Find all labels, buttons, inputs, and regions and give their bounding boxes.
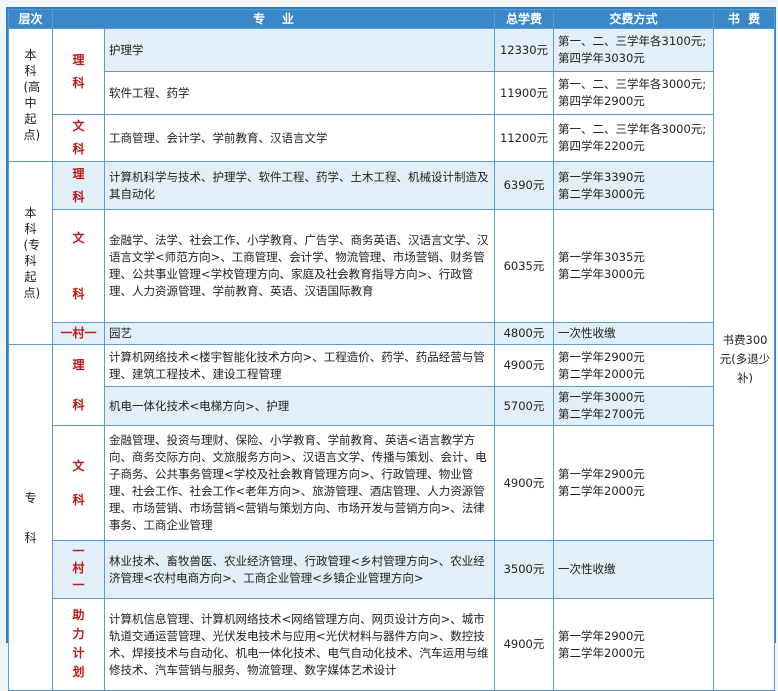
table-row: 本科(高中起点) 理科 护理学 12330元 第一、二、三学年各3100元;第四…	[8, 28, 775, 691]
major-cell: 园艺	[104, 322, 495, 345]
table-row: 助力计划 计算机信息管理、计算机网络技术<网络管理方向、网页设计方向>、城市轨道…	[8, 598, 775, 691]
fee-table-frame: 层次 专 业 总学费 交费方式 书 费 本科(高中起点) 理科 护理学 1233…	[6, 7, 776, 691]
fee-cell: 11900元	[494, 71, 554, 115]
fee-cell: 4900元	[494, 425, 554, 541]
level-cell: 本科(专科起点)	[8, 161, 53, 345]
major-cell: 金融管理、投资与理财、保险、小学教育、学前教育、英语<语言教学方向、商务交际方向…	[104, 425, 495, 541]
table-row: 软件工程、药学 11900元 第一、二、三学年各3000元;第四学年2900元	[8, 71, 775, 115]
payment-cell: 一次性收缴	[553, 540, 714, 599]
table-row: 机电一体化技术<电梯方向>、护理 5700元 第一学年3000元 第二学年270…	[8, 386, 775, 426]
payment-cell: 第一学年2900元 第二学年2000元	[553, 425, 714, 541]
category-cell: 助力计划	[52, 598, 105, 691]
payment-cell: 第一、二、三学年各3100元;第四学年3030元	[553, 28, 714, 72]
payment-cell: 第一学年2900元 第二学年2000元	[553, 343, 714, 388]
fee-cell: 4900元	[494, 343, 554, 388]
header-total-fee: 总学费	[494, 9, 554, 29]
table-row: 一村一 林业技术、畜牧兽医、农业经济管理、行政管理<乡村管理方向>、农业经济管理…	[8, 540, 775, 599]
major-cell: 护理学	[104, 28, 495, 72]
major-cell: 金融学、法学、社会工作、小学教育、广告学、商务英语、汉语言文学、汉语言文学<师范…	[104, 209, 495, 323]
payment-cell: 第一、二、三学年各3000元;第四学年2900元	[553, 71, 714, 115]
table-row: 一村一 园艺 4800元 一次性收缴	[8, 322, 775, 345]
header-payment-method: 交费方式	[553, 9, 714, 29]
table-row: 专 科 理科 计算机网络技术<楼宇智能化技术方向>、工程造价、药学、药品经营与管…	[8, 343, 775, 691]
table-row: 文科 工商管理、会计学、学前教育、汉语言文学 11200元 第一、二、三学年各3…	[8, 114, 775, 162]
level-cell: 本科(高中起点)	[8, 28, 53, 162]
category-cell: 一村一	[52, 322, 105, 345]
tuition-fee-table: 层次 专 业 总学费 交费方式 书 费 本科(高中起点) 理科 护理学 1233…	[8, 9, 775, 691]
fee-cell: 3500元	[494, 540, 554, 599]
table-header-row: 层次 专 业 总学费 交费方式 书 费	[8, 9, 775, 29]
fee-cell: 5700元	[494, 386, 554, 426]
major-cell: 机电一体化技术<电梯方向>、护理	[104, 386, 495, 426]
table-row: 本科(专科起点) 理科 计算机科学与技术、护理学、软件工程、药学、土木工程、机械…	[8, 161, 775, 345]
category-cell: 理科	[52, 344, 105, 426]
book-fee-cell: 书费300元(多退少补)	[713, 28, 775, 691]
major-cell: 软件工程、药学	[104, 71, 495, 115]
major-cell: 计算机信息管理、计算机网络技术<网络管理方向、网页设计方向>、城市轨道交通运营管…	[104, 598, 495, 691]
category-cell: 文科	[52, 425, 105, 541]
fee-cell: 4800元	[494, 322, 554, 345]
category-cell: 一村一	[52, 540, 105, 599]
fee-cell: 12330元	[494, 28, 554, 72]
header-level: 层次	[8, 9, 53, 29]
table-row: 文科 金融管理、投资与理财、保险、小学教育、学前教育、英语<语言教学方向、商务交…	[8, 425, 775, 541]
major-cell: 林业技术、畜牧兽医、农业经济管理、行政管理<乡村管理方向>、农业经济管理<农村电…	[104, 540, 495, 599]
level-cell: 专 科	[8, 344, 53, 691]
fee-cell: 4900元	[494, 598, 554, 691]
category-cell: 理科	[52, 28, 105, 115]
header-book-fee: 书 费	[713, 9, 775, 29]
category-cell: 文科	[52, 209, 105, 323]
major-cell: 计算机科学与技术、护理学、软件工程、药学、土木工程、机械设计制造及其自动化	[104, 161, 495, 210]
fee-cell: 6035元	[494, 209, 554, 323]
payment-cell: 第一、二、三学年各3000元;第四学年2200元	[553, 114, 714, 162]
payment-cell: 第一学年3035元 第二学年3000元	[553, 209, 714, 323]
table-row: 文科 金融学、法学、社会工作、小学教育、广告学、商务英语、汉语言文学、汉语言文学…	[8, 209, 775, 323]
payment-cell: 第一学年2900元 第二学年2000元	[553, 598, 714, 691]
payment-cell: 第一学年3390元 第二学年3000元	[553, 161, 714, 210]
payment-cell: 第一学年3000元 第二学年2700元	[553, 386, 714, 426]
fee-cell: 11200元	[494, 114, 554, 162]
major-cell: 工商管理、会计学、学前教育、汉语言文学	[104, 114, 495, 162]
category-cell: 理科	[52, 161, 105, 210]
header-major: 专 业	[52, 9, 495, 29]
major-cell: 计算机网络技术<楼宇智能化技术方向>、工程造价、药学、药品经营与管理、建筑工程技…	[104, 343, 495, 388]
category-cell: 文科	[52, 114, 105, 162]
fee-cell: 6390元	[494, 161, 554, 210]
payment-cell: 一次性收缴	[553, 322, 714, 345]
